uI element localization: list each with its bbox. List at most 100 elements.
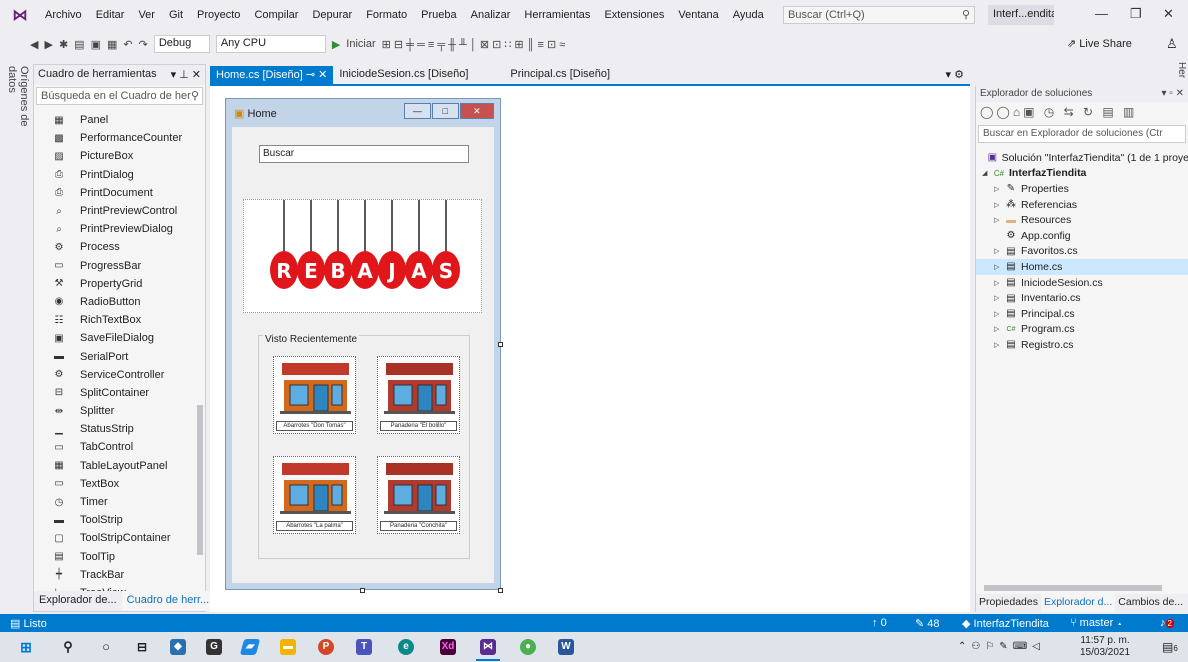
close-button[interactable]: ✕ (1163, 6, 1174, 22)
data-sources-tab[interactable]: Orígenes de datos (0, 62, 30, 152)
toolbox-item-process[interactable]: ⚙ Process (34, 238, 194, 256)
form-close-button[interactable]: ✕ (459, 103, 494, 119)
menu-item-depurar[interactable]: Depurar (305, 9, 359, 21)
action-center-icon[interactable]: ▤6 (1162, 640, 1178, 654)
tab-toolbox[interactable]: Cuadro de herr... (121, 591, 215, 611)
toolbox-item-printpreviewdialog[interactable]: ⌕ PrintPreviewDialog (34, 220, 194, 238)
tab-solution-explorer[interactable]: Explorador d... (1040, 594, 1116, 612)
toolbox-item-richtextbox[interactable]: ☷ RichTextBox (34, 311, 194, 329)
tab-inicio-design[interactable]: IniciodeSesion.cs [Diseño] (333, 66, 474, 84)
toolbox-item-tablelayoutpanel[interactable]: ▦ TableLayoutPanel (34, 457, 194, 475)
toolbox-item-printdocument[interactable]: ⎙ PrintDocument (34, 184, 194, 202)
menu-item-herramientas[interactable]: Herramientas (517, 9, 597, 21)
menu-item-proyecto[interactable]: Proyecto (190, 9, 247, 21)
toolbox-item-panel[interactable]: ▦ Panel (34, 111, 194, 129)
configuration-select[interactable]: Debug (153, 35, 210, 53)
tab-properties[interactable]: Propiedades (976, 594, 1041, 612)
menu-item-formato[interactable]: Formato (359, 9, 414, 21)
menu-item-archivo[interactable]: Archivo (38, 9, 89, 21)
toolbox-item-splitter[interactable]: ⇹ Splitter (34, 402, 194, 420)
cortana-icon[interactable]: ○ (98, 639, 114, 655)
platform-select[interactable]: Any CPU (215, 35, 326, 53)
project-node[interactable]: ◢ C# InterfazTiendita (976, 166, 1188, 182)
form-home[interactable]: ▣ Home — □ ✕ Buscar REBAJAS Visto Recien… (225, 98, 501, 590)
toolbox-item-textbox[interactable]: ▭ TextBox (34, 475, 194, 493)
recent-store-card[interactable]: Panaderia "El bolillo" (377, 356, 460, 434)
solution-name-badge[interactable]: Interf...endita (988, 5, 1054, 25)
solution-search-input[interactable]: Buscar en Explorador de soluciones (Ctr (978, 125, 1186, 143)
tab-home-design[interactable]: Home.cs [Diseño] ⊸ ✕ (210, 66, 334, 84)
status-pushes[interactable]: ↑ 0 (872, 617, 887, 629)
toolbox-item-toolstrip[interactable]: ▬ ToolStrip (34, 511, 194, 529)
toolbox-item-performancecounter[interactable]: ▩ PerformanceCounter (34, 129, 194, 147)
toolbox-item-tabcontrol[interactable]: ▭ TabControl (34, 438, 194, 456)
form-minimize-button[interactable]: — (404, 103, 431, 119)
save-all-icon[interactable]: ▦ (107, 38, 117, 51)
toolbox-item-statusstrip[interactable]: ▁ StatusStrip (34, 420, 194, 438)
tree-node-home-cs[interactable]: ▷ ▤ Home.cs (976, 259, 1188, 275)
tree-node-iniciodesesion-cs[interactable]: ▷ ▤ IniciodeSesion.cs (976, 275, 1188, 291)
tab-principal-design[interactable]: Principal.cs [Diseño] (504, 66, 616, 84)
menu-item-ver[interactable]: Ver (131, 9, 162, 21)
tab-options-icon[interactable]: ▾ ⚙ (940, 66, 970, 84)
pin-icon[interactable]: ▾ ⊥ ✕ (171, 68, 201, 82)
save-icon[interactable]: ▣ (91, 38, 101, 51)
tab-server-explorer[interactable]: Explorador de... (34, 591, 122, 611)
menu-item-git[interactable]: Git (162, 9, 190, 21)
clock[interactable]: 11:57 p. m. 15/03/2021 (1080, 635, 1130, 659)
tree-node-properties[interactable]: ▷ ✎ Properties (976, 181, 1188, 197)
expand-arrow-icon[interactable]: ▷ (994, 310, 1004, 318)
pin-icon[interactable]: ⊸ (306, 69, 318, 81)
expand-arrow-icon[interactable]: ▷ (994, 294, 1004, 302)
tree-node-app-config[interactable]: ⚙ App.config (976, 228, 1188, 244)
expand-arrow-icon[interactable]: ▷ (994, 263, 1004, 271)
horizontal-scrollbar[interactable] (984, 585, 1162, 591)
new-project-icon[interactable]: ✱ (59, 38, 68, 51)
search-icon[interactable]: ⚲ (60, 639, 76, 655)
status-branch[interactable]: ⑂ master ▴ (1070, 617, 1123, 629)
toolbox-item-picturebox[interactable]: ▨ PictureBox (34, 147, 194, 165)
solution-toolbar-icons[interactable]: ◯◯⌂▣ ◷ ⇆ ↻ ▤ ▥ (976, 102, 1188, 124)
tree-node-principal-cs[interactable]: ▷ ▤ Principal.cs (976, 306, 1188, 322)
menu-item-extensiones[interactable]: Extensiones (597, 9, 671, 21)
app-blue-icon[interactable]: ▰ (239, 639, 261, 655)
open-icon[interactable]: ▤ (74, 38, 84, 51)
edge-icon[interactable]: e (398, 639, 414, 655)
toolbox-item-progressbar[interactable]: ▭ ProgressBar (34, 257, 194, 275)
start-icon[interactable]: ▶ (332, 38, 340, 51)
redo-icon[interactable]: ↷ (139, 38, 148, 51)
toolbox-item-savefiledialog[interactable]: ▣ SaveFileDialog (34, 329, 194, 347)
recent-store-card[interactable]: Panaderia "Conchita" (377, 456, 460, 534)
toolbox-item-printdialog[interactable]: ⎙ PrintDialog (34, 166, 194, 184)
restore-button[interactable]: ❐ (1130, 6, 1142, 22)
expand-arrow-icon[interactable]: ◢ (982, 169, 992, 177)
live-share-button[interactable]: ⇗ Live Share (1067, 37, 1132, 50)
visual-studio-taskbar-icon[interactable]: ⋈ (480, 639, 496, 655)
expand-arrow-icon[interactable]: ▷ (994, 247, 1004, 255)
undo-icon[interactable]: ↶ (123, 38, 132, 51)
status-edits[interactable]: ✎ 48 (915, 617, 940, 630)
toolbox-item-serialport[interactable]: ▬ SerialPort (34, 347, 194, 365)
toolbox-item-servicecontroller[interactable]: ⚙ ServiceController (34, 366, 194, 384)
windows-start-icon[interactable]: ⊞ (18, 639, 34, 655)
tree-node-inventario-cs[interactable]: ▷ ▤ Inventario.cs (976, 290, 1188, 306)
expand-arrow-icon[interactable]: ▷ (994, 341, 1004, 349)
expand-arrow-icon[interactable]: ▷ (994, 185, 1004, 193)
feedback-icon[interactable]: ♙ (1166, 36, 1178, 52)
notifications-icon[interactable]: ♪ 2 (1160, 617, 1174, 629)
rebajas-banner-image[interactable]: REBAJAS (243, 199, 482, 313)
resize-handle-corner[interactable] (498, 588, 503, 593)
file-explorer-icon[interactable]: ▬ (280, 639, 296, 655)
menu-item-editar[interactable]: Editar (89, 9, 132, 21)
toolbox-item-timer[interactable]: ◷ Timer (34, 493, 194, 511)
powerpoint-icon[interactable]: P (318, 639, 334, 655)
menu-item-compilar[interactable]: Compilar (247, 9, 305, 21)
toolbox-item-printpreviewcontrol[interactable]: ⌕ PrintPreviewControl (34, 202, 194, 220)
tab-git-changes[interactable]: Cambios de... (1115, 594, 1186, 612)
recent-store-card[interactable]: Abarrotes "Don Tomas" (273, 356, 356, 434)
adobe-xd-icon[interactable]: Xd (440, 639, 456, 655)
system-tray-icons[interactable]: ⌃⚇⚐✎⌨◁ (958, 641, 1045, 652)
solution-node[interactable]: ▣ Solución "InterfazTiendita" (1 de 1 pr… (976, 150, 1188, 166)
start-button[interactable]: Iniciar (346, 38, 375, 50)
tree-node-program-cs[interactable]: ▷ C# Program.cs (976, 322, 1188, 338)
